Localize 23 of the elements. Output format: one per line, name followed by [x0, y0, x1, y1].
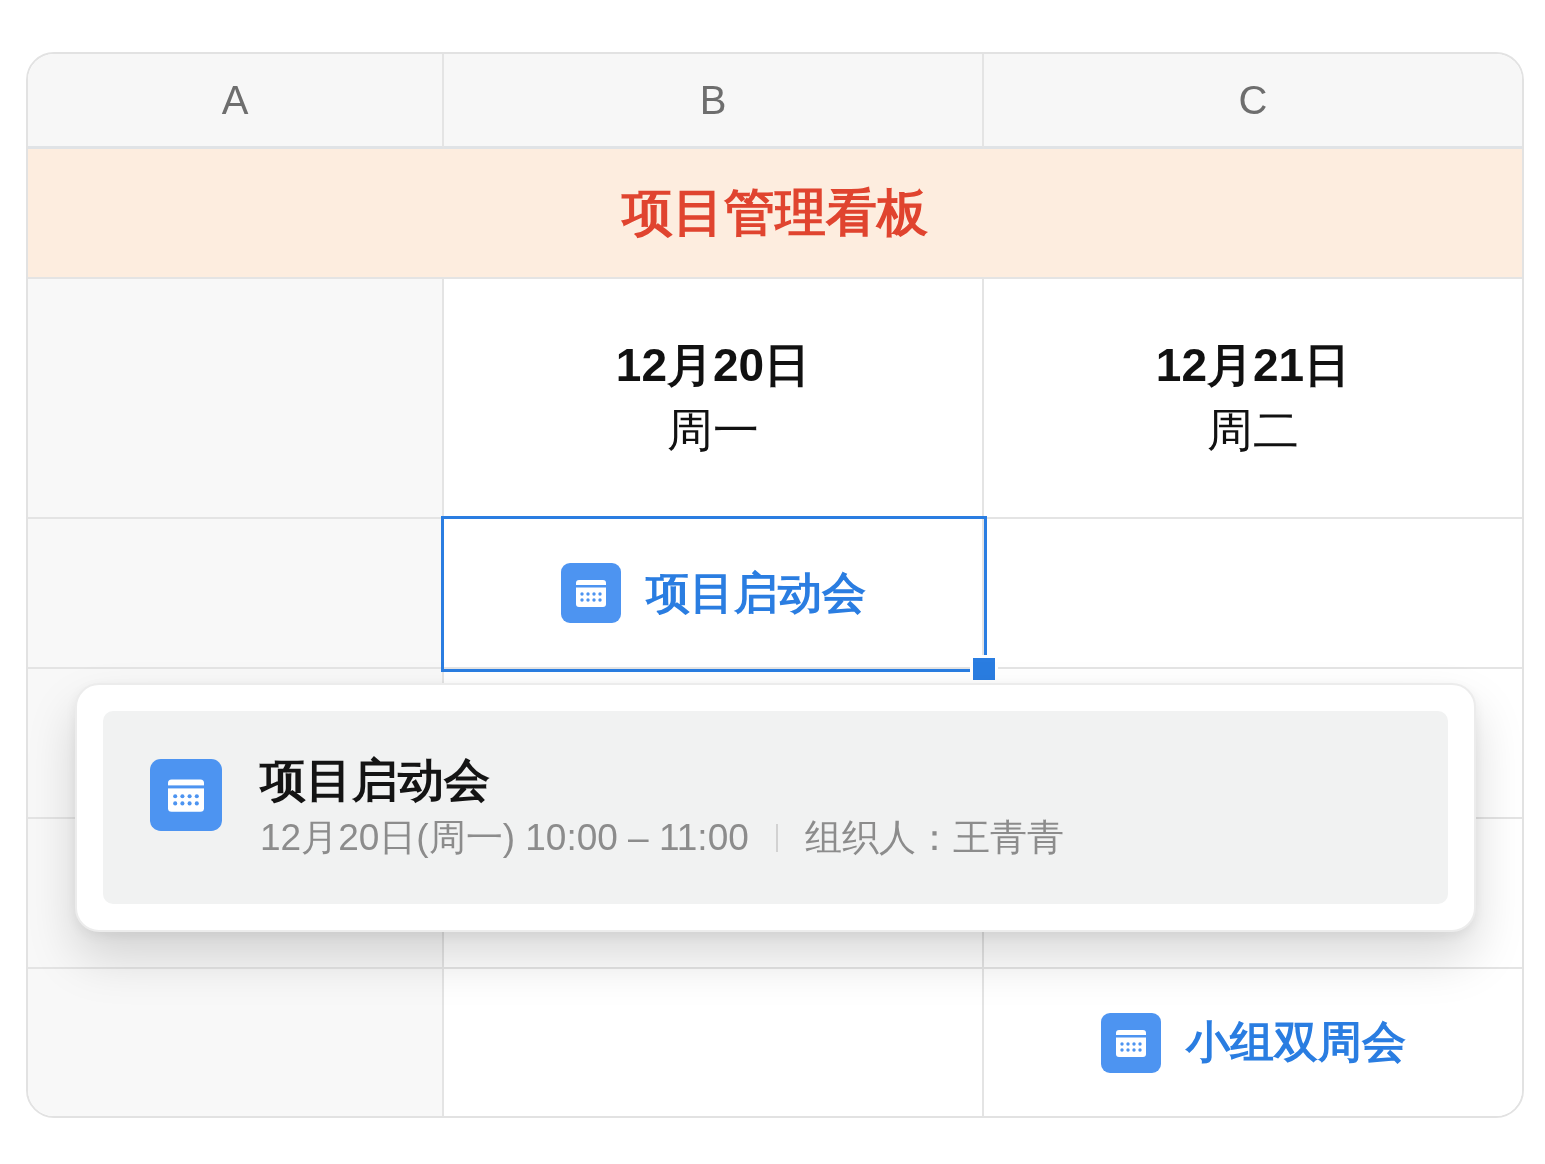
calendar-icon: [150, 759, 222, 831]
table-cell[interactable]: [28, 279, 444, 519]
weekday-label: 周一: [667, 403, 759, 458]
event-organizer: 组织人：王青青: [804, 816, 1064, 860]
calendar-icon: [1100, 1012, 1161, 1073]
event-title: 项目启动会: [260, 753, 490, 808]
column-header[interactable]: A: [28, 54, 444, 149]
table-cell[interactable]: [984, 519, 1522, 669]
fill-handle[interactable]: [970, 655, 998, 683]
event-link[interactable]: 小组双周会: [1185, 1016, 1406, 1069]
date-label: 12月20日: [615, 338, 811, 393]
table-cell[interactable]: [28, 969, 444, 1116]
event-time: 12月20日(周一) 10:00 – 11:00: [260, 816, 749, 860]
table-cell[interactable]: 12月20日 周一: [444, 279, 984, 519]
column-header[interactable]: B: [444, 54, 984, 149]
table-cell[interactable]: [28, 519, 444, 669]
column-header[interactable]: C: [984, 54, 1522, 149]
event-link[interactable]: 项目启动会: [645, 566, 866, 620]
sheet-title: 项目管理看板: [622, 183, 928, 244]
event-card[interactable]: 项目启动会 12月20日(周一) 10:00 – 11:00 组织人：王青青: [103, 711, 1448, 904]
calendar-icon: [560, 563, 621, 623]
weekday-label: 周二: [1207, 403, 1299, 458]
date-label: 12月21日: [1155, 338, 1351, 393]
